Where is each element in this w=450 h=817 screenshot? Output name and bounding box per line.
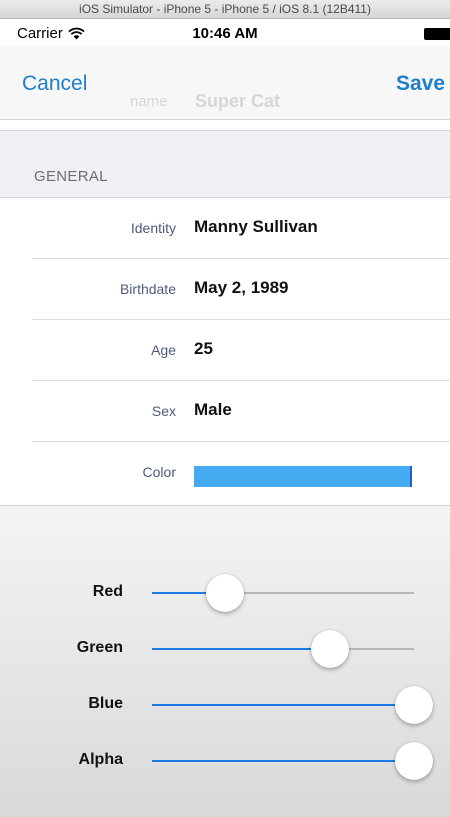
spacer (0, 120, 450, 130)
row-label: Birthdate (119, 281, 176, 297)
slider-fill (152, 704, 414, 706)
red-slider[interactable] (152, 574, 414, 612)
slider-fill (152, 760, 414, 762)
section-title: GENERAL (34, 168, 108, 185)
alpha-slider[interactable] (152, 742, 433, 780)
status-time: 10:46 AM (192, 25, 258, 42)
cancel-button[interactable]: Cancel (22, 72, 87, 96)
identity-value[interactable]: Manny Sullivan (194, 217, 318, 237)
slider-label: Alpha (78, 751, 123, 768)
row-label: Age (151, 342, 176, 358)
row-label: Color (142, 464, 176, 480)
form-rows: Identity Manny Sullivan Birthdate May 2,… (0, 198, 450, 505)
save-button[interactable]: Save (396, 72, 445, 96)
row-label: Sex (151, 403, 176, 419)
sex-value[interactable]: Male (194, 400, 232, 420)
color-swatch[interactable] (194, 466, 412, 487)
slider-thumb[interactable] (311, 630, 350, 668)
section-header: GENERAL (0, 130, 450, 198)
status-bar: Carrier 10:46 AM (0, 20, 450, 46)
age-row: Age 25 (0, 320, 450, 381)
blue-slider[interactable] (152, 686, 433, 724)
row-label: Identity (130, 220, 176, 236)
green-slider[interactable] (152, 630, 414, 668)
ghost-previous-row: name Super Cat (120, 88, 380, 114)
sex-row[interactable]: Sex Male (0, 381, 450, 442)
age-value: 25 (194, 339, 213, 358)
slider-label: Red (92, 583, 123, 600)
ghost-label: name (130, 93, 168, 110)
slider-thumb[interactable] (395, 686, 433, 724)
blue-slider-row: Blue (0, 677, 450, 733)
color-picker: Red Green Blue Alpha (0, 505, 450, 817)
slider-thumb[interactable] (395, 742, 433, 780)
battery-icon (424, 28, 450, 40)
birthdate-row[interactable]: Birthdate May 2, 1989 (0, 259, 450, 320)
identity-row[interactable]: Identity Manny Sullivan (0, 198, 450, 259)
slider-label: Blue (88, 695, 123, 712)
slider-thumb[interactable] (206, 574, 245, 612)
navigation-bar: name Super Cat Cancel Save (0, 46, 450, 120)
red-slider-row: Red (0, 565, 450, 621)
birthdate-value[interactable]: May 2, 1989 (194, 278, 289, 298)
green-slider-row: Green (0, 621, 450, 677)
ghost-value: Super Cat (195, 91, 281, 111)
alpha-slider-row: Alpha (0, 733, 450, 789)
slider-fill (152, 648, 331, 650)
simulator-title: iOS Simulator - iPhone 5 - iPhone 5 / iO… (0, 0, 450, 19)
slider-label: Green (76, 639, 123, 656)
